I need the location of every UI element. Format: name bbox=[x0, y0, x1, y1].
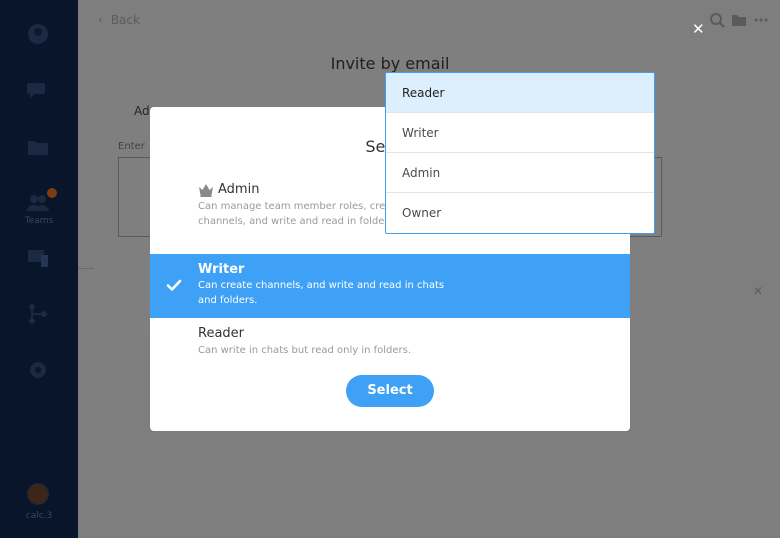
dropdown-item-reader[interactable]: Reader bbox=[386, 73, 654, 113]
sidebar-folder-icon[interactable] bbox=[26, 136, 50, 160]
sidebar-settings-icon[interactable] bbox=[26, 358, 50, 382]
user-label: calc.3 bbox=[25, 511, 53, 521]
sidebar-teams-label: Teams bbox=[24, 216, 54, 226]
crown-icon bbox=[198, 182, 214, 197]
role-description: Can write in chats but read only in fold… bbox=[198, 345, 412, 356]
search-icon[interactable] bbox=[709, 12, 725, 28]
role-name: Reader bbox=[198, 326, 245, 341]
role-description: Can create channels, and write and read … bbox=[198, 280, 445, 306]
role-option-writer[interactable]: Writer Can create channels, and write an… bbox=[150, 254, 630, 318]
dropdown-item-writer[interactable]: Writer bbox=[386, 113, 654, 153]
avatar[interactable] bbox=[27, 483, 49, 505]
checkmark-icon bbox=[166, 277, 182, 293]
dropdown-item-admin[interactable]: Admin bbox=[386, 153, 654, 193]
role-option-reader[interactable]: Reader Can write in chats but read only … bbox=[150, 324, 630, 364]
folder-icon[interactable] bbox=[731, 12, 747, 28]
bg-close-icon[interactable]: ✕ bbox=[753, 284, 763, 298]
invite-role-label: Ad bbox=[134, 104, 150, 118]
role-name: Admin bbox=[218, 182, 260, 197]
more-icon[interactable] bbox=[753, 12, 769, 28]
top-toolbar bbox=[709, 12, 769, 28]
role-dropdown: Reader Writer Admin Owner bbox=[385, 72, 655, 234]
invite-enter-label: Enter bbox=[118, 141, 145, 152]
invite-title: Invite by email bbox=[330, 54, 450, 73]
select-button[interactable]: Select bbox=[346, 375, 434, 407]
dropdown-item-owner[interactable]: Owner bbox=[386, 193, 654, 233]
sidebar-profile-icon[interactable] bbox=[26, 22, 50, 46]
sidebar: Teams calc.3 bbox=[0, 0, 78, 538]
sidebar-chat-icon[interactable] bbox=[26, 78, 50, 102]
teams-badge bbox=[47, 188, 57, 198]
divider bbox=[78, 268, 94, 269]
close-icon[interactable]: ✕ bbox=[692, 20, 705, 38]
sidebar-devices-icon[interactable] bbox=[26, 246, 50, 270]
role-name: Writer bbox=[198, 262, 245, 277]
sidebar-integrations-icon[interactable] bbox=[26, 302, 50, 326]
